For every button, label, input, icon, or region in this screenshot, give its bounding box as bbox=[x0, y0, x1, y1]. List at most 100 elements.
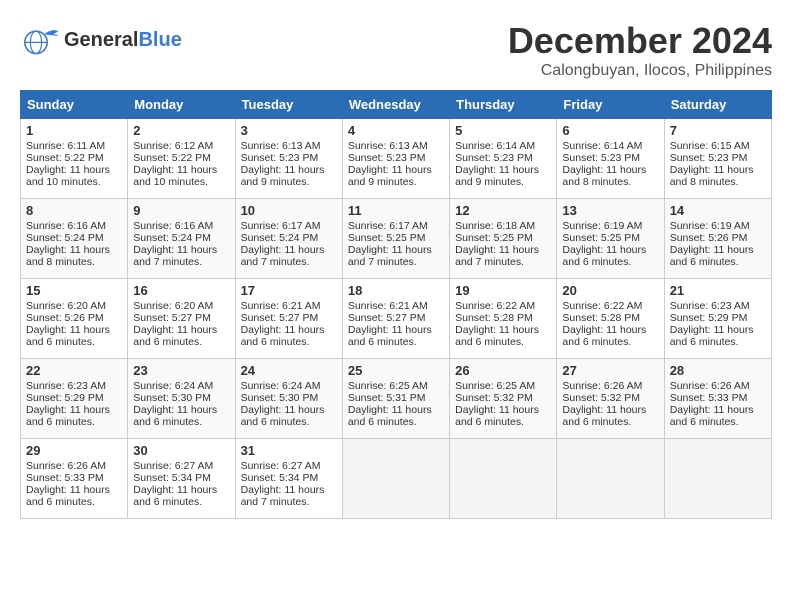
daylight-label: Daylight: 11 hours and 6 minutes. bbox=[241, 324, 325, 348]
calendar-cell: 22Sunrise: 6:23 AMSunset: 5:29 PMDayligh… bbox=[21, 359, 128, 439]
day-number: 26 bbox=[455, 363, 551, 378]
daylight-label: Daylight: 11 hours and 10 minutes. bbox=[26, 164, 110, 188]
daylight-label: Daylight: 11 hours and 7 minutes. bbox=[455, 244, 539, 268]
day-number: 9 bbox=[133, 203, 229, 218]
sunrise-text: Sunrise: 6:22 AM bbox=[455, 300, 535, 312]
calendar-week-row: 15Sunrise: 6:20 AMSunset: 5:26 PMDayligh… bbox=[21, 279, 772, 359]
sunset-text: Sunset: 5:30 PM bbox=[241, 392, 319, 404]
calendar-cell: 21Sunrise: 6:23 AMSunset: 5:29 PMDayligh… bbox=[664, 279, 771, 359]
sunrise-text: Sunrise: 6:12 AM bbox=[133, 140, 213, 152]
calendar-week-row: 29Sunrise: 6:26 AMSunset: 5:33 PMDayligh… bbox=[21, 439, 772, 519]
sunrise-text: Sunrise: 6:14 AM bbox=[455, 140, 535, 152]
calendar-cell bbox=[450, 439, 557, 519]
sunset-text: Sunset: 5:26 PM bbox=[26, 312, 104, 324]
daylight-label: Daylight: 11 hours and 8 minutes. bbox=[26, 244, 110, 268]
daylight-label: Daylight: 11 hours and 8 minutes. bbox=[670, 164, 754, 188]
sunset-text: Sunset: 5:22 PM bbox=[26, 152, 104, 164]
calendar-body: 1Sunrise: 6:11 AMSunset: 5:22 PMDaylight… bbox=[21, 119, 772, 519]
sunrise-text: Sunrise: 6:18 AM bbox=[455, 220, 535, 232]
sunrise-text: Sunrise: 6:20 AM bbox=[26, 300, 106, 312]
day-number: 27 bbox=[562, 363, 658, 378]
sunrise-text: Sunrise: 6:14 AM bbox=[562, 140, 642, 152]
sunset-text: Sunset: 5:25 PM bbox=[455, 232, 533, 244]
day-header-monday: Monday bbox=[128, 91, 235, 119]
day-number: 3 bbox=[241, 123, 337, 138]
day-number: 19 bbox=[455, 283, 551, 298]
day-number: 13 bbox=[562, 203, 658, 218]
day-number: 28 bbox=[670, 363, 766, 378]
sunrise-text: Sunrise: 6:16 AM bbox=[26, 220, 106, 232]
sunrise-text: Sunrise: 6:19 AM bbox=[562, 220, 642, 232]
calendar-cell: 6Sunrise: 6:14 AMSunset: 5:23 PMDaylight… bbox=[557, 119, 664, 199]
sunset-text: Sunset: 5:30 PM bbox=[133, 392, 211, 404]
sunset-text: Sunset: 5:33 PM bbox=[670, 392, 748, 404]
calendar-cell bbox=[664, 439, 771, 519]
logo-icon bbox=[20, 20, 60, 60]
calendar-cell: 24Sunrise: 6:24 AMSunset: 5:30 PMDayligh… bbox=[235, 359, 342, 439]
daylight-label: Daylight: 11 hours and 6 minutes. bbox=[562, 404, 646, 428]
calendar-cell: 25Sunrise: 6:25 AMSunset: 5:31 PMDayligh… bbox=[342, 359, 449, 439]
daylight-label: Daylight: 11 hours and 6 minutes. bbox=[26, 484, 110, 508]
calendar-cell: 14Sunrise: 6:19 AMSunset: 5:26 PMDayligh… bbox=[664, 199, 771, 279]
day-number: 16 bbox=[133, 283, 229, 298]
sunset-text: Sunset: 5:28 PM bbox=[562, 312, 640, 324]
calendar-cell: 16Sunrise: 6:20 AMSunset: 5:27 PMDayligh… bbox=[128, 279, 235, 359]
day-number: 8 bbox=[26, 203, 122, 218]
sunrise-text: Sunrise: 6:25 AM bbox=[348, 380, 428, 392]
sunrise-text: Sunrise: 6:21 AM bbox=[348, 300, 428, 312]
calendar-cell: 13Sunrise: 6:19 AMSunset: 5:25 PMDayligh… bbox=[557, 199, 664, 279]
page-header: GeneralBlue December 2024 Calongbuyan, I… bbox=[20, 20, 772, 80]
calendar-table: SundayMondayTuesdayWednesdayThursdayFrid… bbox=[20, 90, 772, 519]
sunset-text: Sunset: 5:23 PM bbox=[562, 152, 640, 164]
daylight-label: Daylight: 11 hours and 7 minutes. bbox=[133, 244, 217, 268]
sunset-text: Sunset: 5:24 PM bbox=[133, 232, 211, 244]
sunset-text: Sunset: 5:32 PM bbox=[562, 392, 640, 404]
calendar-cell: 18Sunrise: 6:21 AMSunset: 5:27 PMDayligh… bbox=[342, 279, 449, 359]
daylight-label: Daylight: 11 hours and 6 minutes. bbox=[26, 324, 110, 348]
day-number: 23 bbox=[133, 363, 229, 378]
sunset-text: Sunset: 5:22 PM bbox=[133, 152, 211, 164]
calendar-cell: 3Sunrise: 6:13 AMSunset: 5:23 PMDaylight… bbox=[235, 119, 342, 199]
calendar-cell: 5Sunrise: 6:14 AMSunset: 5:23 PMDaylight… bbox=[450, 119, 557, 199]
day-number: 12 bbox=[455, 203, 551, 218]
daylight-label: Daylight: 11 hours and 7 minutes. bbox=[241, 244, 325, 268]
calendar-cell: 1Sunrise: 6:11 AMSunset: 5:22 PMDaylight… bbox=[21, 119, 128, 199]
day-header-sunday: Sunday bbox=[21, 91, 128, 119]
daylight-label: Daylight: 11 hours and 8 minutes. bbox=[562, 164, 646, 188]
daylight-label: Daylight: 11 hours and 6 minutes. bbox=[455, 404, 539, 428]
day-number: 30 bbox=[133, 443, 229, 458]
daylight-label: Daylight: 11 hours and 6 minutes. bbox=[562, 244, 646, 268]
day-number: 15 bbox=[26, 283, 122, 298]
day-number: 17 bbox=[241, 283, 337, 298]
day-header-wednesday: Wednesday bbox=[342, 91, 449, 119]
daylight-label: Daylight: 11 hours and 7 minutes. bbox=[348, 244, 432, 268]
day-number: 4 bbox=[348, 123, 444, 138]
calendar-week-row: 22Sunrise: 6:23 AMSunset: 5:29 PMDayligh… bbox=[21, 359, 772, 439]
day-number: 22 bbox=[26, 363, 122, 378]
calendar-cell: 31Sunrise: 6:27 AMSunset: 5:34 PMDayligh… bbox=[235, 439, 342, 519]
sunset-text: Sunset: 5:23 PM bbox=[670, 152, 748, 164]
sunset-text: Sunset: 5:24 PM bbox=[26, 232, 104, 244]
calendar-cell bbox=[557, 439, 664, 519]
daylight-label: Daylight: 11 hours and 10 minutes. bbox=[133, 164, 217, 188]
daylight-label: Daylight: 11 hours and 6 minutes. bbox=[348, 404, 432, 428]
day-number: 10 bbox=[241, 203, 337, 218]
day-number: 11 bbox=[348, 203, 444, 218]
daylight-label: Daylight: 11 hours and 9 minutes. bbox=[241, 164, 325, 188]
sunset-text: Sunset: 5:24 PM bbox=[241, 232, 319, 244]
sunset-text: Sunset: 5:34 PM bbox=[241, 472, 319, 484]
daylight-label: Daylight: 11 hours and 7 minutes. bbox=[241, 484, 325, 508]
sunrise-text: Sunrise: 6:17 AM bbox=[348, 220, 428, 232]
sunrise-text: Sunrise: 6:24 AM bbox=[241, 380, 321, 392]
day-number: 20 bbox=[562, 283, 658, 298]
sunset-text: Sunset: 5:33 PM bbox=[26, 472, 104, 484]
sunrise-text: Sunrise: 6:17 AM bbox=[241, 220, 321, 232]
sunset-text: Sunset: 5:23 PM bbox=[241, 152, 319, 164]
calendar-cell: 10 Sunrise: 6:17 AMSunset: 5:24 PMDayligh… bbox=[235, 199, 342, 279]
sunset-text: Sunset: 5:23 PM bbox=[455, 152, 533, 164]
calendar-cell: 29Sunrise: 6:26 AMSunset: 5:33 PMDayligh… bbox=[21, 439, 128, 519]
calendar-cell: 27Sunrise: 6:26 AMSunset: 5:32 PMDayligh… bbox=[557, 359, 664, 439]
calendar-cell: 20Sunrise: 6:22 AMSunset: 5:28 PMDayligh… bbox=[557, 279, 664, 359]
sunrise-text: Sunrise: 6:26 AM bbox=[26, 460, 106, 472]
calendar-cell: 7Sunrise: 6:15 AMSunset: 5:23 PMDaylight… bbox=[664, 119, 771, 199]
